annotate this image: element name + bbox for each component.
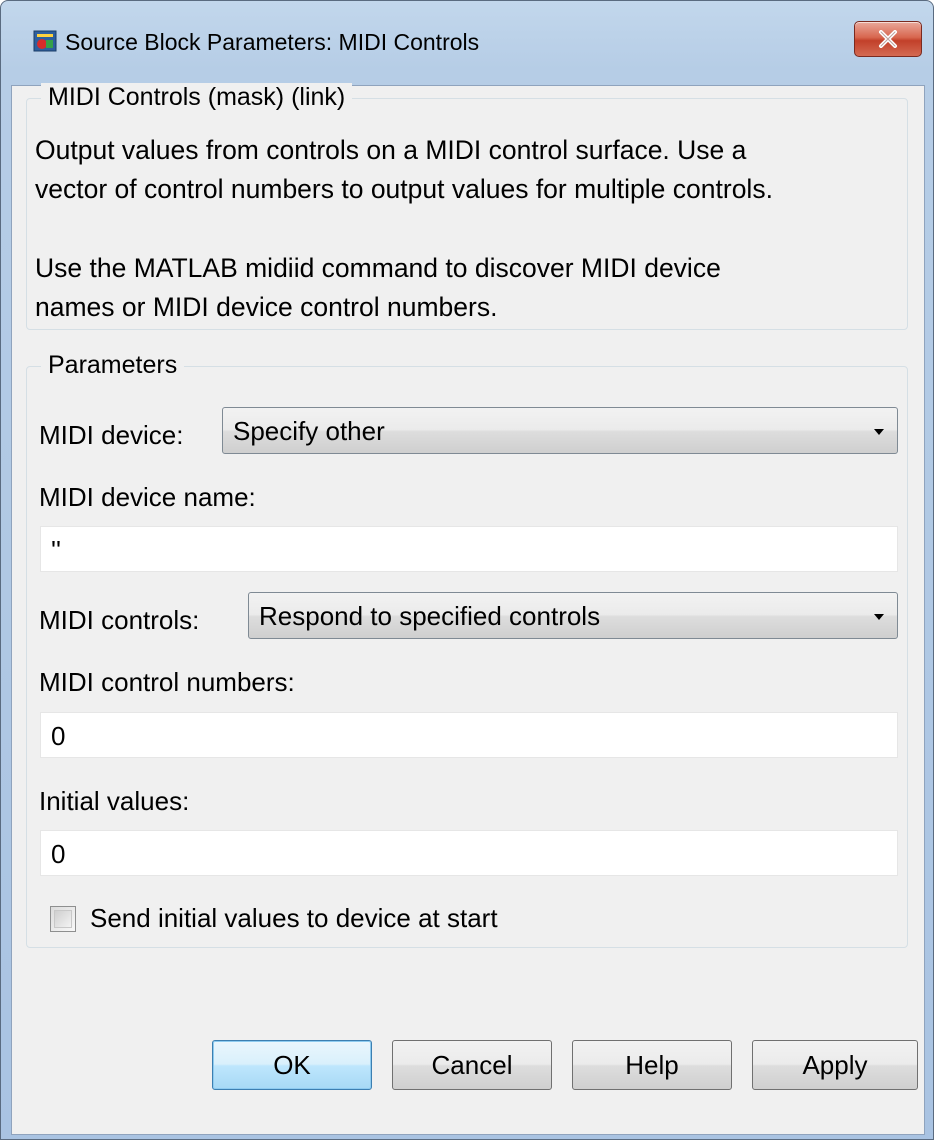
chevron-down-icon	[874, 614, 884, 620]
midi-device-name-value: ''	[51, 535, 61, 565]
close-button[interactable]	[854, 21, 922, 57]
mask-description-group: MIDI Controls (mask) (link) Output value…	[26, 83, 908, 330]
midi-device-value: Specify other	[233, 416, 385, 446]
midi-device-name-field[interactable]: ''	[40, 526, 898, 572]
parameters-group-legend: Parameters	[41, 351, 185, 380]
send-initial-values-label[interactable]: Send initial values to device at start	[90, 903, 498, 934]
midi-control-numbers-label: MIDI control numbers:	[39, 667, 295, 697]
apply-button[interactable]: Apply	[752, 1040, 918, 1090]
midi-control-numbers-field[interactable]: 0	[40, 712, 898, 758]
description-line: Output values from controls on a MIDI co…	[35, 135, 747, 165]
midi-controls-dropdown[interactable]: Respond to specified controls	[248, 592, 898, 639]
window-title: Source Block Parameters: MIDI Controls	[65, 29, 480, 55]
simulink-block-icon	[31, 27, 59, 55]
chevron-down-icon	[874, 429, 884, 435]
ok-button[interactable]: OK	[212, 1040, 372, 1090]
midi-control-numbers-value: 0	[51, 721, 66, 751]
description-line: vector of control numbers to output valu…	[35, 174, 773, 204]
title-bar[interactable]: Source Block Parameters: MIDI Controls	[1, 1, 933, 85]
checkbox-box	[54, 910, 72, 928]
mask-group-legend: MIDI Controls (mask) (link)	[41, 83, 353, 112]
initial-values-label: Initial values:	[39, 786, 190, 816]
initial-values-value: 0	[51, 839, 66, 869]
cancel-button[interactable]: Cancel	[392, 1040, 552, 1090]
close-icon	[879, 30, 897, 48]
midi-device-name-label: MIDI device name:	[39, 482, 256, 512]
midi-device-label: MIDI device:	[39, 420, 184, 450]
mask-description: Output values from controls on a MIDI co…	[35, 131, 905, 327]
dialog-window: Source Block Parameters: MIDI Controls M…	[0, 0, 934, 1140]
midi-controls-value: Respond to specified controls	[259, 601, 601, 631]
midi-device-dropdown[interactable]: Specify other	[222, 407, 898, 454]
description-line: names or MIDI device control numbers.	[35, 292, 498, 322]
initial-values-field[interactable]: 0	[40, 830, 898, 876]
send-initial-values-checkbox[interactable]	[50, 906, 76, 932]
help-button[interactable]: Help	[572, 1040, 732, 1090]
midi-controls-label: MIDI controls:	[39, 605, 200, 635]
description-line: Use the MATLAB midiid command to discove…	[35, 253, 721, 283]
dialog-content: MIDI Controls (mask) (link) Output value…	[11, 83, 925, 1135]
